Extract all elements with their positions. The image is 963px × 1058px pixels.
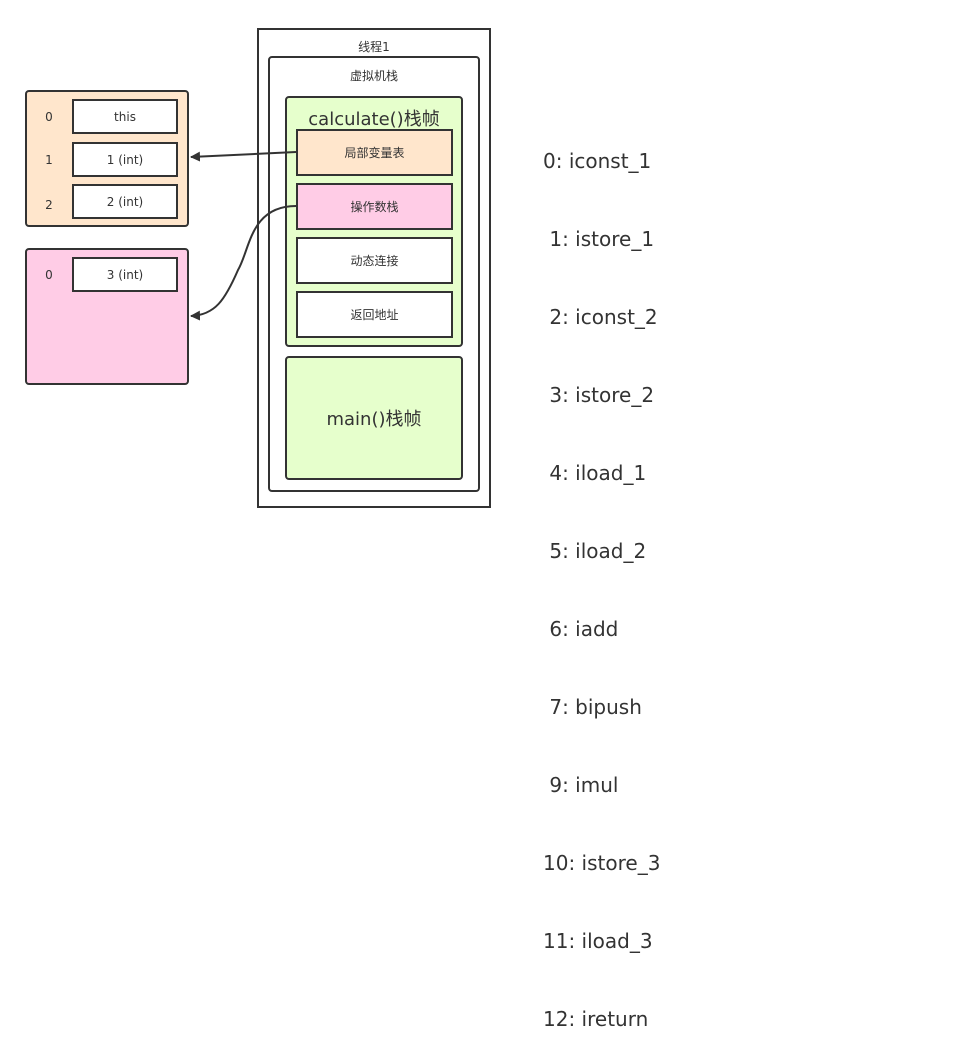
local-variable-table-panel: 0 this 1 1 (int) 2 2 (int) — [25, 90, 189, 227]
bytecode-line: 10: istore_3 — [543, 851, 661, 875]
thread-title: 线程1 — [358, 40, 390, 54]
bytecode-listing: 0: iconst_1 1: istore_1 2: iconst_2 3: i… — [543, 96, 660, 1058]
slot-value-box: 2 (int) — [72, 184, 178, 219]
vm-stack-title: 虚拟机栈 — [349, 69, 398, 83]
bytecode-line: 4: iload_1 — [543, 461, 647, 485]
slot-index: 1 — [45, 153, 53, 167]
dynamic-linking-section: 动态连接 — [296, 237, 453, 284]
calculate-frame-title: calculate()栈帧 — [308, 109, 440, 130]
slot-index: 0 — [45, 268, 53, 282]
bytecode-line: 9: imul — [543, 773, 619, 797]
local-variable-table-section: 局部变量表 — [296, 129, 453, 176]
calculate-stack-frame: calculate()栈帧 局部变量表 操作数栈 动态连接 返回地址 — [285, 96, 463, 347]
slot-value-box: 3 (int) — [72, 257, 178, 292]
bytecode-line: 0: iconst_1 — [543, 149, 652, 173]
return-address-section: 返回地址 — [296, 291, 453, 338]
bytecode-line: 3: istore_2 — [543, 383, 655, 407]
main-frame-title: main()栈帧 — [326, 409, 422, 430]
bytecode-line: 2: iconst_2 — [543, 305, 658, 329]
bytecode-line: 11: iload_3 — [543, 929, 653, 953]
operand-stack-section: 操作数栈 — [296, 183, 453, 230]
slot-index: 2 — [45, 198, 53, 212]
bytecode-line: 5: iload_2 — [543, 539, 647, 563]
bytecode-line: 12: ireturn — [543, 1007, 649, 1031]
operand-stack-panel: 0 3 (int) — [25, 248, 189, 385]
slot-value-box: 1 (int) — [72, 142, 178, 177]
main-stack-frame: main()栈帧 — [285, 356, 463, 480]
bytecode-line: 6: iadd — [543, 617, 619, 641]
bytecode-line: 1: istore_1 — [543, 227, 655, 251]
bytecode-line: 7: bipush — [543, 695, 642, 719]
slot-index: 0 — [45, 110, 53, 124]
slot-value-box: this — [72, 99, 178, 134]
